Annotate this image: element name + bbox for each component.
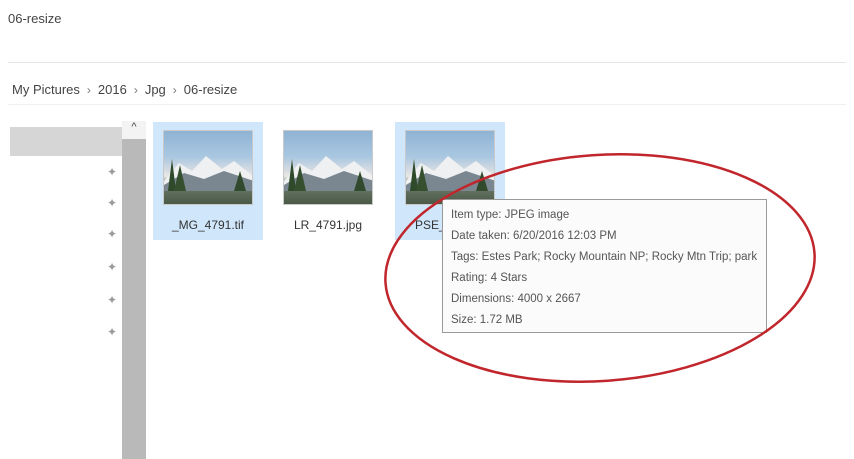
annotation-circle bbox=[384, 153, 816, 383]
